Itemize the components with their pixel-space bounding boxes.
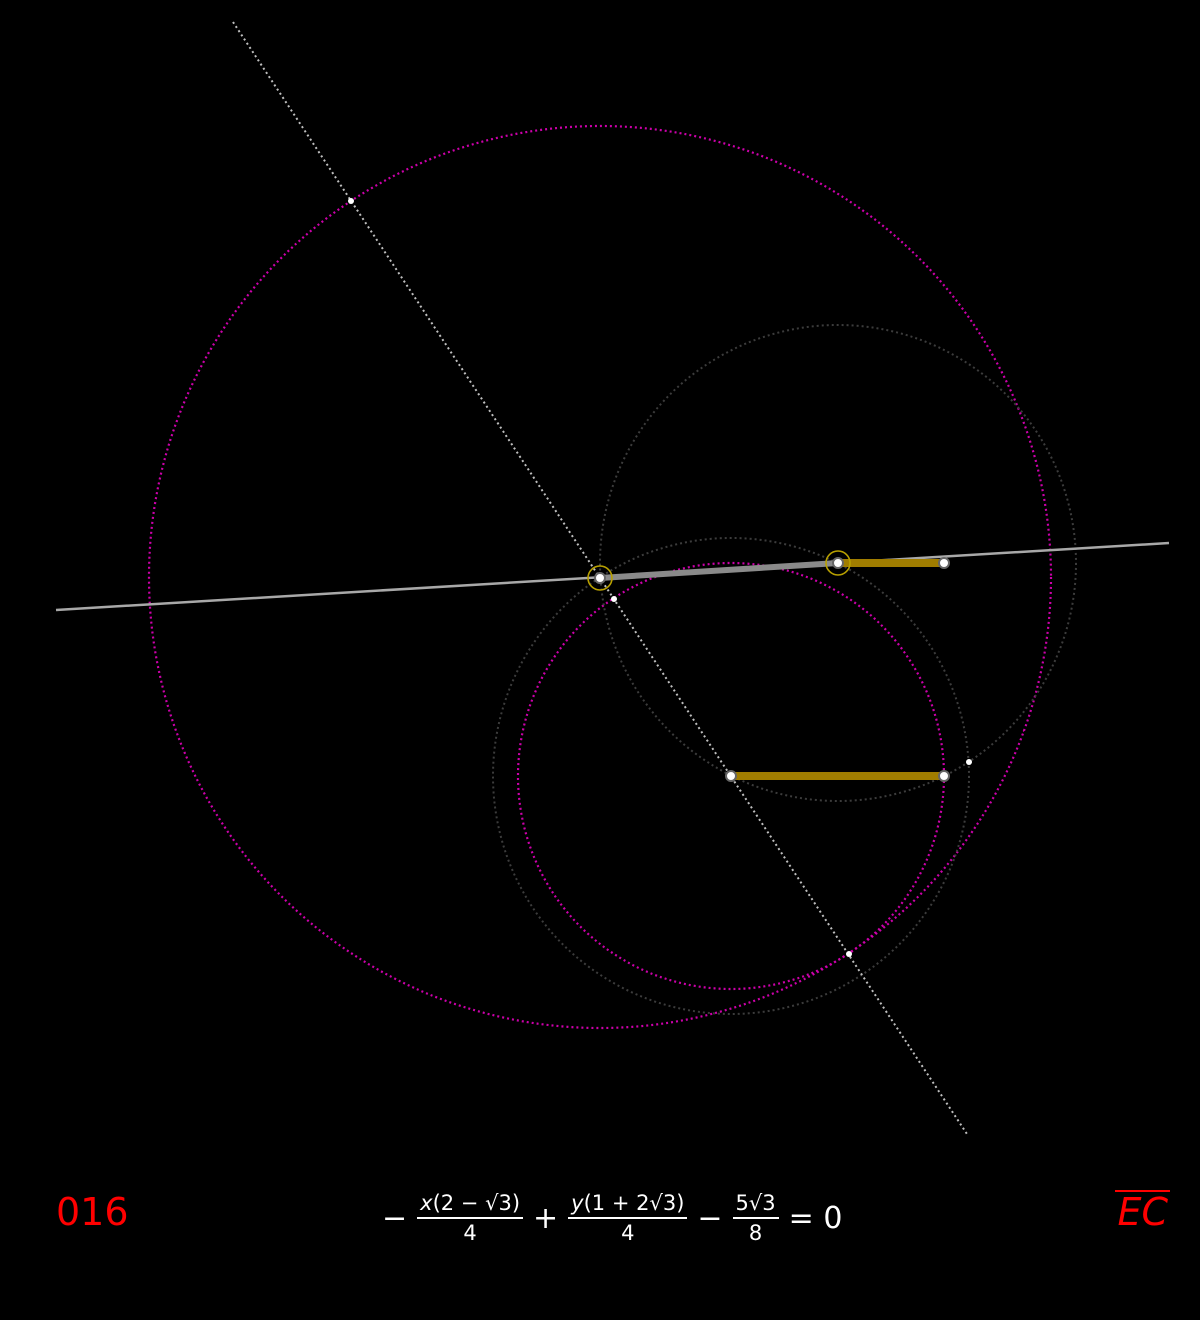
eq-term1-numerator: x(2 − √3) [417, 1191, 524, 1219]
eq-minus: − [697, 1200, 723, 1236]
point-lower-segment-start[interactable] [725, 770, 737, 782]
eq-term3-denominator: 8 [748, 1221, 763, 1245]
eq-term2-denominator: 4 [621, 1221, 635, 1245]
segment-label: EC [1115, 1190, 1170, 1234]
point-upper-segment-end[interactable] [938, 557, 950, 569]
point-e[interactable] [594, 572, 606, 584]
eq-plus: + [533, 1200, 559, 1236]
construction-canvas [55, 21, 1170, 1135]
eq-term1-denominator: 4 [463, 1221, 477, 1245]
intersection-point-right [966, 759, 972, 765]
eq-lead-minus: − [382, 1200, 408, 1236]
eq-term2-numerator: y(1 + 2√3) [568, 1191, 688, 1219]
eq-term3-numerator: 5√3 [732, 1191, 779, 1219]
figure-number: 016 [56, 1190, 129, 1234]
eq-term1: x(2 − √3) 4 [417, 1191, 524, 1245]
intersection-point-near-e [611, 596, 617, 602]
point-c[interactable] [832, 557, 844, 569]
eq-equals: = 0 [788, 1200, 843, 1236]
eq-term3: 5√3 8 [732, 1191, 779, 1245]
endpoint-markers [594, 557, 950, 782]
point-lower-segment-end[interactable] [938, 770, 950, 782]
eq-term2: y(1 + 2√3) 4 [568, 1191, 688, 1245]
intersection-points [348, 198, 972, 957]
intersection-point-top [348, 198, 354, 204]
intersection-point-bottom [846, 951, 852, 957]
line-equation: − x(2 − √3) 4 + y(1 + 2√3) 4 − 5√3 8 = 0 [376, 1182, 848, 1254]
